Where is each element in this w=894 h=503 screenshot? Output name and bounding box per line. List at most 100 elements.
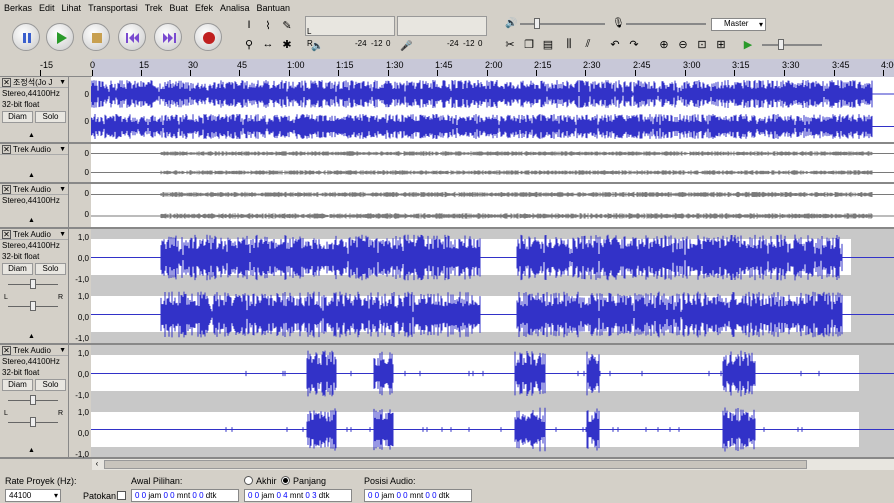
close-track-icon[interactable]: ✕ — [2, 77, 11, 87]
timeline-ruler[interactable]: -15 0 15 30 45 1:00 1:15 1:30 1:45 2:00 2:15 2:30 2:… — [0, 59, 894, 77]
draw-tool-icon[interactable]: ✎ — [280, 18, 294, 32]
project-rate-select[interactable]: 44100 ▾ — [5, 489, 61, 502]
solo-button[interactable]: Solo — [35, 379, 66, 391]
menu-lihat[interactable]: Lihat — [62, 3, 82, 13]
close-track-icon[interactable]: ✕ — [2, 144, 11, 154]
track-menu-arrow-icon[interactable]: ▼ — [59, 146, 66, 153]
audio-track[interactable]: ✕ 조정석(Jo J ▼ Stereo,44100Hz 32-bit float Diam… — [0, 77, 894, 144]
fit-selection-icon[interactable]: ⊡ — [695, 37, 709, 51]
silence-icon[interactable]: ⫽ — [581, 37, 595, 51]
record-volume-slider[interactable] — [626, 23, 706, 25]
menu-analisa[interactable]: Analisa — [220, 3, 250, 13]
waveform-channel[interactable] — [91, 205, 894, 227]
timeshift-tool-icon[interactable]: ↔ — [261, 37, 275, 51]
mute-button[interactable]: Diam — [2, 111, 33, 123]
end-radio[interactable] — [244, 476, 253, 485]
playback-meter[interactable] — [305, 16, 395, 36]
waveform-channel[interactable] — [91, 345, 894, 402]
close-track-icon[interactable]: ✕ — [2, 184, 11, 194]
cut-icon[interactable]: ✂ — [503, 37, 517, 51]
waveform-channel[interactable] — [91, 111, 894, 142]
track-control-panel[interactable]: ✕ Trek Audio ▼ Stereo,44100Hz 32-bit float Di… — [0, 345, 69, 457]
track-control-panel[interactable]: ✕ 조정석(Jo J ▼ Stereo,44100Hz 32-bit float Diam… — [0, 77, 69, 142]
redo-icon[interactable]: ↷ — [627, 37, 641, 51]
track-header[interactable]: ✕ Trek Audio ▼ — [0, 184, 68, 195]
stop-button[interactable] — [82, 23, 110, 51]
menu-trek[interactable]: Trek — [145, 3, 163, 13]
track-name[interactable]: Trek Audio — [13, 346, 59, 355]
close-track-icon[interactable]: ✕ — [2, 345, 11, 355]
track-menu-arrow-icon[interactable]: ▼ — [59, 231, 66, 238]
zoom-out-icon[interactable]: ⊖ — [676, 37, 690, 51]
waveform-channel[interactable] — [91, 184, 894, 205]
track-menu-arrow-icon[interactable]: ▼ — [59, 186, 66, 193]
selection-length-field[interactable]: 0 0 jam 0 4 mnt 0 3 dtk — [244, 489, 352, 502]
waveform-channel[interactable] — [91, 163, 894, 182]
collapse-track-icon[interactable]: ▲ — [28, 172, 35, 179]
waveform-channel[interactable] — [91, 77, 894, 111]
skip-end-button[interactable] — [154, 23, 182, 51]
collapse-track-icon[interactable]: ▲ — [28, 333, 35, 340]
record-meter[interactable] — [397, 16, 487, 36]
waveform-channel[interactable] — [91, 229, 894, 286]
track-name[interactable]: Trek Audio — [13, 145, 59, 154]
pan-thumb[interactable] — [30, 417, 36, 427]
waveform-channel[interactable] — [91, 144, 894, 163]
snap-checkbox[interactable] — [117, 491, 126, 500]
mute-button[interactable]: Diam — [2, 379, 33, 391]
track-menu-arrow-icon[interactable]: ▼ — [59, 79, 66, 86]
menu-buat[interactable]: Buat — [169, 3, 188, 13]
horizontal-scrollbar[interactable]: ‹ — [92, 459, 894, 470]
close-track-icon[interactable]: ✕ — [2, 229, 11, 239]
track-menu-arrow-icon[interactable]: ▼ — [59, 347, 66, 354]
track-header[interactable]: ✕ Trek Audio ▼ — [0, 229, 68, 240]
solo-button[interactable]: Solo — [35, 111, 66, 123]
undo-icon[interactable]: ↶ — [608, 37, 622, 51]
paste-icon[interactable]: ▤ — [541, 37, 555, 51]
envelope-tool-icon[interactable]: ⌇ — [261, 18, 275, 32]
selection-tool-icon[interactable]: I — [242, 18, 256, 32]
fit-project-icon[interactable]: ⊞ — [714, 37, 728, 51]
audio-track[interactable]: ✕ Trek Audio ▼ Stereo,44100Hz ▲ 0 0 — [0, 184, 894, 229]
trim-icon[interactable]: ⫼ — [562, 37, 576, 51]
audio-track[interactable]: ✕ Trek Audio ▼ ▲ 0 0 — [0, 144, 894, 184]
play-at-speed-icon[interactable]: ▶ — [741, 37, 755, 51]
multi-tool-icon[interactable]: ✱ — [280, 37, 294, 51]
mute-button[interactable]: Diam — [2, 263, 33, 275]
menu-edit[interactable]: Edit — [39, 3, 55, 13]
menu-bantuan[interactable]: Bantuan — [256, 3, 290, 13]
track-header[interactable]: ✕ Trek Audio ▼ — [0, 144, 68, 155]
waveform-channel[interactable] — [91, 286, 894, 343]
menu-transportasi[interactable]: Transportasi — [88, 3, 138, 13]
track-control-panel[interactable]: ✕ Trek Audio ▼ ▲ — [0, 144, 69, 182]
scroll-left-icon[interactable]: ‹ — [92, 459, 102, 470]
track-name[interactable]: Trek Audio — [13, 230, 59, 239]
playback-volume-slider[interactable] — [520, 23, 605, 25]
menu-efek[interactable]: Efek — [195, 3, 213, 13]
solo-button[interactable]: Solo — [35, 263, 66, 275]
audio-position-field[interactable]: 0 0 jam 0 0 mnt 0 0 dtk — [364, 489, 472, 502]
record-button[interactable] — [194, 23, 222, 51]
gain-thumb[interactable] — [30, 279, 36, 289]
play-speed-thumb[interactable] — [778, 39, 784, 50]
playback-volume-thumb[interactable] — [534, 18, 540, 29]
pause-button[interactable] — [12, 23, 40, 51]
copy-icon[interactable]: ❐ — [522, 37, 536, 51]
play-button[interactable] — [46, 23, 74, 51]
skip-start-button[interactable] — [118, 23, 146, 51]
audio-track[interactable]: ✕ Trek Audio ▼ Stereo,44100Hz 32-bit float Di… — [0, 229, 894, 345]
audio-track[interactable]: ✕ Trek Audio ▼ Stereo,44100Hz 32-bit float Di… — [0, 345, 894, 459]
zoom-tool-icon[interactable]: ⚲ — [242, 37, 256, 51]
track-header[interactable]: ✕ 조정석(Jo J ▼ — [0, 77, 68, 88]
selection-start-field[interactable]: 0 0 jam 0 0 mnt 0 0 dtk — [131, 489, 239, 502]
zoom-in-icon[interactable]: ⊕ — [657, 37, 671, 51]
scrollbar-thumb[interactable] — [104, 460, 807, 469]
output-device-select[interactable]: Master ▾ — [711, 18, 766, 31]
track-control-panel[interactable]: ✕ Trek Audio ▼ Stereo,44100Hz 32-bit float Di… — [0, 229, 69, 343]
pan-thumb[interactable] — [30, 301, 36, 311]
track-control-panel[interactable]: ✕ Trek Audio ▼ Stereo,44100Hz ▲ — [0, 184, 69, 227]
gain-thumb[interactable] — [30, 395, 36, 405]
menu-berkas[interactable]: Berkas — [4, 3, 32, 13]
track-name[interactable]: Trek Audio — [13, 185, 59, 194]
collapse-track-icon[interactable]: ▲ — [28, 132, 35, 139]
